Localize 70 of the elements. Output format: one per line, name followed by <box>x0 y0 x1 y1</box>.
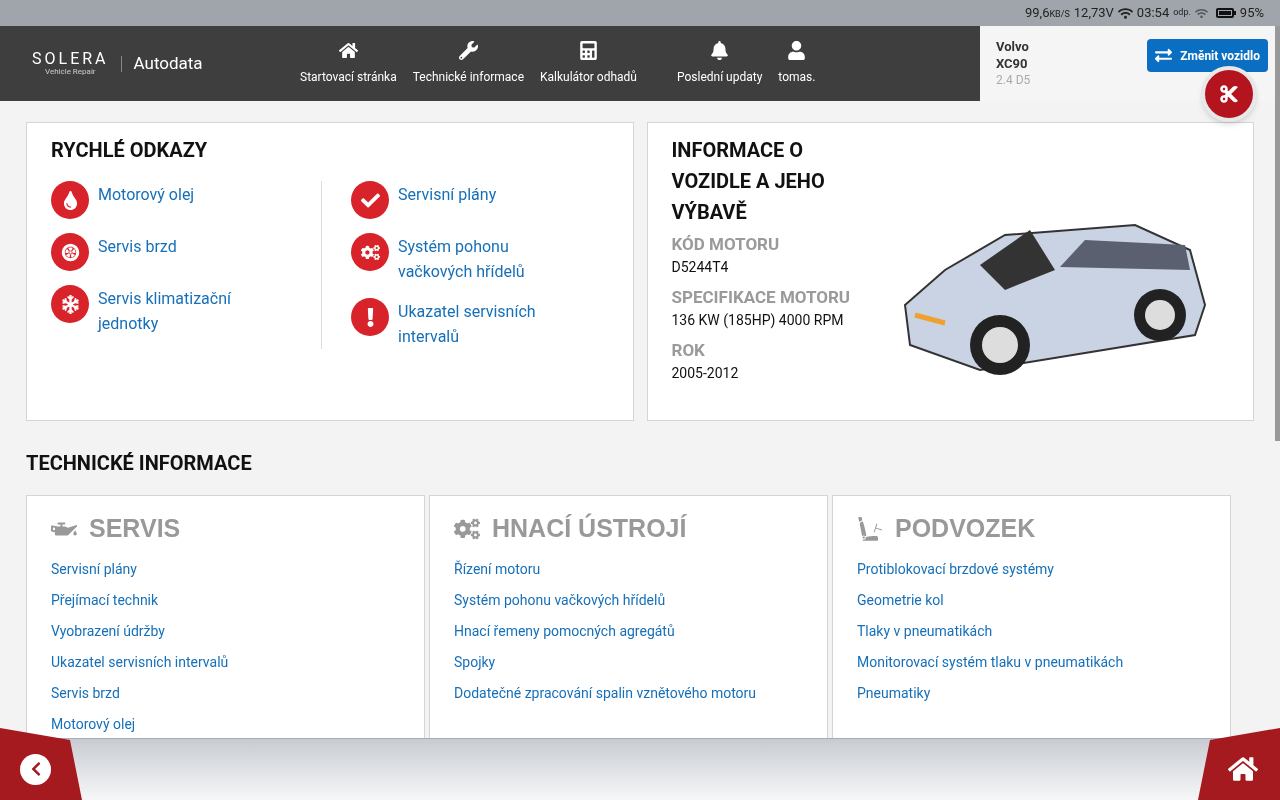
user-icon <box>787 41 807 60</box>
field-label: KÓD MOTORU <box>671 233 781 256</box>
field-value: 2005-2012 <box>671 364 740 383</box>
calculator-icon <box>578 41 598 60</box>
quick-link[interactable]: Servis brzd <box>51 233 305 271</box>
category-link[interactable]: Systém pohonu vačkových hřídelů <box>454 584 666 616</box>
gears-icon <box>351 233 389 271</box>
home-icon <box>338 41 358 60</box>
bell-icon <box>710 41 730 60</box>
vehicle-model: XC90 <box>996 55 1029 72</box>
field-label: ROK <box>671 339 706 362</box>
quick-link[interactable]: Servis klimatizační jednotky <box>51 285 305 336</box>
field-value: 136 KW (185HP) 4000 RPM <box>671 311 845 331</box>
nav-item[interactable]: Startovací stránka <box>292 41 405 86</box>
quick-link[interactable]: Motorový olej <box>51 181 305 219</box>
category-link[interactable]: Servis brzd <box>51 677 120 709</box>
category-title: PODVOZEK <box>895 513 1036 544</box>
field-value: D5244T4 <box>671 258 730 277</box>
card-title: RYCHLÉ ODKAZY <box>51 137 209 164</box>
seat-icon <box>857 515 883 542</box>
speed-text: 99,6KB/S <box>1025 4 1070 23</box>
category-title: SERVIS <box>89 513 181 544</box>
nav-item[interactable]: Technické informace <box>404 41 532 86</box>
drop-icon <box>51 181 89 219</box>
category-link[interactable]: Spojky <box>454 646 496 678</box>
category-link[interactable]: Geometrie kol <box>857 584 944 616</box>
vehicle-make: Volvo <box>996 38 1030 55</box>
category-link[interactable]: Řízení motoru <box>454 553 541 585</box>
snowflake-icon <box>51 285 89 323</box>
card-title: INFORMACE O VOZIDLE A JEHO VÝBAVĚ <box>671 137 826 226</box>
change-vehicle-button[interactable]: Změnit vozidlo <box>1147 39 1268 72</box>
scissors-button[interactable] <box>1201 66 1257 122</box>
swap-icon <box>1155 47 1173 64</box>
category-link[interactable]: Pneumatiky <box>857 677 931 709</box>
nav-item[interactable]: Poslední updaty <box>668 41 771 86</box>
vehicle-engine: 2.4 D5 <box>996 72 1032 89</box>
logo-text: SOLERA <box>32 50 109 67</box>
voltage-text: 12,73V <box>1073 4 1114 23</box>
odp-text: odp. <box>1173 6 1191 20</box>
warning-icon <box>351 298 389 336</box>
wifi-icon <box>1117 5 1133 21</box>
category-link[interactable]: Vyobrazení údržby <box>51 615 165 647</box>
nav-item[interactable]: tomas. <box>770 41 824 86</box>
nav-item[interactable]: Kalkulátor odhadů <box>532 41 645 86</box>
category-link[interactable]: Protiblokovací brzdové systémy <box>857 553 1054 585</box>
category-link[interactable]: Monitorovací systém tlaku v pneumatikách <box>857 646 1124 678</box>
quick-link[interactable]: Servisní plány <box>351 181 591 219</box>
field-label: SPECIFIKACE MOTORU <box>671 286 852 309</box>
category-link[interactable]: Ukazatel servisních intervalů <box>51 646 229 678</box>
logo-subtext: Vehicle Repair <box>45 66 96 77</box>
product-name: Autodata <box>133 51 203 75</box>
category-link[interactable]: Dodatečné zpracování spalin vznětového motoru <box>454 677 757 709</box>
check-icon <box>351 181 389 219</box>
battery-text: 95% <box>1239 4 1264 23</box>
home-icon <box>1228 754 1258 784</box>
quick-link[interactable]: Systém pohonu vačkových hřídelů <box>351 233 591 284</box>
category-title: HNACÍ ÚSTROJÍ <box>492 512 687 544</box>
wifi-icon <box>1194 6 1208 20</box>
section-heading: TECHNICKÉ INFORMACE <box>26 450 253 477</box>
back-icon <box>20 753 51 785</box>
time-text: 03:54 <box>1136 4 1170 23</box>
category-link[interactable]: Hnací řemeny pomocných agregátů <box>454 615 675 647</box>
category-link[interactable]: Motorový olej <box>51 708 136 740</box>
quick-link[interactable]: Ukazatel servisních intervalů <box>351 298 591 349</box>
category-link[interactable]: Tlaky v pneumatikách <box>857 615 993 647</box>
battery-icon <box>1215 8 1236 18</box>
wrench-icon <box>458 41 478 60</box>
category-link[interactable]: Přejímací technik <box>51 584 159 616</box>
scissors-icon <box>1219 84 1239 104</box>
category-link[interactable]: Servisní plány <box>51 553 137 585</box>
